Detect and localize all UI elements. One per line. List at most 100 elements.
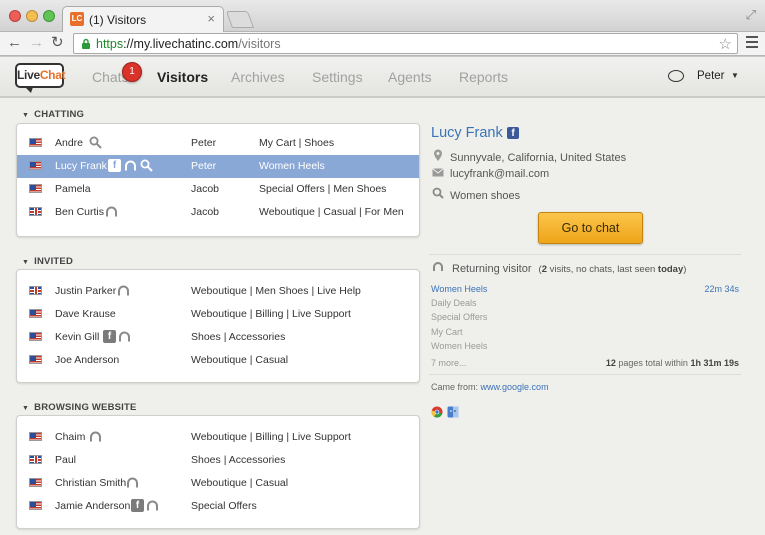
visitor-row[interactable]: Ben Curtis Jacob Weboutique | Casual | F…	[17, 201, 419, 224]
fullscreen-icon[interactable]: ⤢	[746, 7, 756, 23]
us-flag-icon	[29, 332, 42, 341]
go-to-chat-button[interactable]: Go to chat	[538, 212, 643, 244]
total-pages-label: pages total within	[618, 358, 688, 368]
history-time: 22m 34s	[704, 284, 739, 294]
history-page[interactable]: Women Heels	[431, 341, 487, 351]
reload-icon[interactable]: ↻	[51, 34, 64, 52]
close-window-button[interactable]	[9, 10, 21, 22]
browser-menu-icon[interactable]	[746, 36, 758, 51]
agent-name[interactable]: Peter	[697, 70, 725, 82]
collapse-triangle-icon: ▼	[22, 259, 30, 266]
stats-close-paren: )	[683, 264, 687, 275]
lock-icon	[82, 38, 90, 49]
visitor-name: Chaim	[55, 431, 86, 443]
visitor-name: Paul	[55, 454, 77, 466]
app-header: LiveChat Chats 1 Visitors Archives Setti…	[0, 57, 765, 97]
search-icon	[89, 136, 102, 149]
visitor-row[interactable]: Jamie Anderson f Special Offers	[17, 495, 419, 518]
visitor-detail-name[interactable]: Lucy Frank	[431, 125, 503, 141]
referrer-link[interactable]: www.google.com	[481, 382, 549, 392]
nav-archives[interactable]: Archives	[231, 69, 285, 85]
section-chatting-header[interactable]: ▼ CHATTING	[22, 109, 84, 120]
browser-tab[interactable]: LC (1) Visitors ×	[62, 6, 224, 32]
headset-icon	[89, 430, 102, 443]
close-tab-icon[interactable]: ×	[207, 11, 215, 26]
history-page[interactable]: Special Offers	[431, 312, 487, 322]
more-pages-link[interactable]: 7 more...	[431, 358, 467, 368]
us-flag-icon	[29, 432, 42, 441]
bookmark-star-icon[interactable]: ☆	[719, 35, 732, 53]
visitor-pages: Special Offers | Men Shoes	[259, 183, 387, 195]
visits-count: 2	[541, 264, 548, 275]
visitor-pages: Weboutique | Casual	[191, 477, 289, 489]
visitor-agent: Jacob	[191, 183, 220, 195]
visitor-pages: Weboutique | Billing | Live Support	[191, 431, 351, 443]
speech-bubble-icon[interactable]	[668, 70, 684, 82]
visitor-name: Lucy Frank	[55, 160, 107, 172]
nav-settings[interactable]: Settings	[312, 69, 363, 85]
logo-live-text: Live	[17, 68, 40, 82]
visitor-row-selected[interactable]: Lucy Frank f Peter Women Heels	[17, 155, 419, 178]
returning-stats: (2 visits, no chats, last seen today)	[539, 264, 687, 275]
visitor-row[interactable]: Paul Shoes | Accessories	[17, 449, 419, 472]
chats-count-badge: 1	[122, 62, 142, 82]
visitor-pages: Shoes | Accessories	[191, 331, 286, 343]
location-pin-icon	[432, 149, 444, 164]
livechat-favicon-icon: LC	[70, 12, 84, 26]
visitor-row[interactable]: Justin Parker Weboutique | Men Shoes | L…	[17, 280, 419, 303]
nav-agents[interactable]: Agents	[388, 69, 432, 85]
zoom-window-button[interactable]	[43, 10, 55, 22]
mac-os-icon	[447, 406, 459, 418]
visitor-pages: Weboutique | Men Shoes | Live Help	[191, 285, 361, 297]
new-tab-button[interactable]	[225, 11, 255, 28]
section-chatting-title: CHATTING	[34, 109, 85, 120]
visitor-row[interactable]: Andre Peter My Cart | Shoes	[17, 132, 419, 155]
tab-title: (1) Visitors	[89, 13, 147, 27]
collapse-triangle-icon: ▼	[22, 405, 30, 412]
visitor-row[interactable]: Chaim Weboutique | Billing | Live Suppor…	[17, 426, 419, 449]
visitor-name: Kevin Gill	[55, 331, 100, 343]
history-page[interactable]: Daily Deals	[431, 298, 477, 308]
facebook-icon[interactable]: f	[507, 127, 519, 139]
browser-toolbar: ← → ↻ https://my.livechatinc.com/visitor…	[0, 32, 765, 56]
headset-icon	[432, 260, 444, 275]
history-page-current[interactable]: Women Heels	[431, 284, 487, 294]
came-from: Came from: www.google.com	[431, 382, 549, 392]
visitor-row[interactable]: Dave Krause Weboutique | Billing | Live …	[17, 303, 419, 326]
url-separator: ://	[123, 37, 134, 51]
visitor-agent: Peter	[191, 137, 217, 149]
visitor-location: Sunnyvale, California, United States	[432, 149, 626, 164]
headset-icon	[105, 205, 118, 218]
pages-total: 12 pages total within 1h 31m 19s	[606, 358, 739, 368]
visitor-row[interactable]: Kevin Gill f Shoes | Accessories	[17, 326, 419, 349]
forward-arrow-icon[interactable]: →	[29, 34, 44, 52]
address-bar[interactable]: https://my.livechatinc.com/visitors ☆	[73, 33, 738, 54]
url-host: my.livechatinc.com	[133, 37, 239, 51]
section-invited-header[interactable]: ▼ INVITED	[22, 256, 73, 267]
visitor-row[interactable]: Pamela Jacob Special Offers | Men Shoes	[17, 178, 419, 201]
visitor-name: Ben Curtis	[55, 206, 105, 218]
collapse-triangle-icon: ▼	[22, 112, 30, 119]
search-icon	[432, 187, 444, 202]
us-flag-icon	[29, 501, 42, 510]
us-flag-icon	[29, 478, 42, 487]
chevron-down-icon[interactable]: ▼	[731, 71, 739, 80]
email-text[interactable]: lucyfrank@mail.com	[450, 168, 549, 180]
section-browsing-header[interactable]: ▼ BROWSING WEBSITE	[22, 402, 137, 413]
history-page[interactable]: My Cart	[431, 327, 463, 337]
visitor-pages: My Cart | Shoes	[259, 137, 335, 149]
back-arrow-icon[interactable]: ←	[7, 34, 22, 52]
visitor-name: Andre	[55, 137, 84, 149]
headset-icon	[124, 159, 137, 172]
browser-titlebar: LC (1) Visitors × ⤢	[0, 0, 765, 32]
livechat-logo[interactable]: LiveChat	[15, 63, 66, 93]
visitor-row[interactable]: Joe Anderson Weboutique | Casual	[17, 349, 419, 372]
visitor-name: Joe Anderson	[55, 354, 120, 366]
nav-reports[interactable]: Reports	[459, 69, 508, 85]
us-flag-icon	[29, 184, 42, 193]
nav-visitors[interactable]: Visitors	[157, 69, 208, 85]
visitor-name: Christian Smith	[55, 477, 127, 489]
minimize-window-button[interactable]	[26, 10, 38, 22]
section-invited-title: INVITED	[34, 256, 74, 267]
visitor-row[interactable]: Christian Smith Weboutique | Casual	[17, 472, 419, 495]
